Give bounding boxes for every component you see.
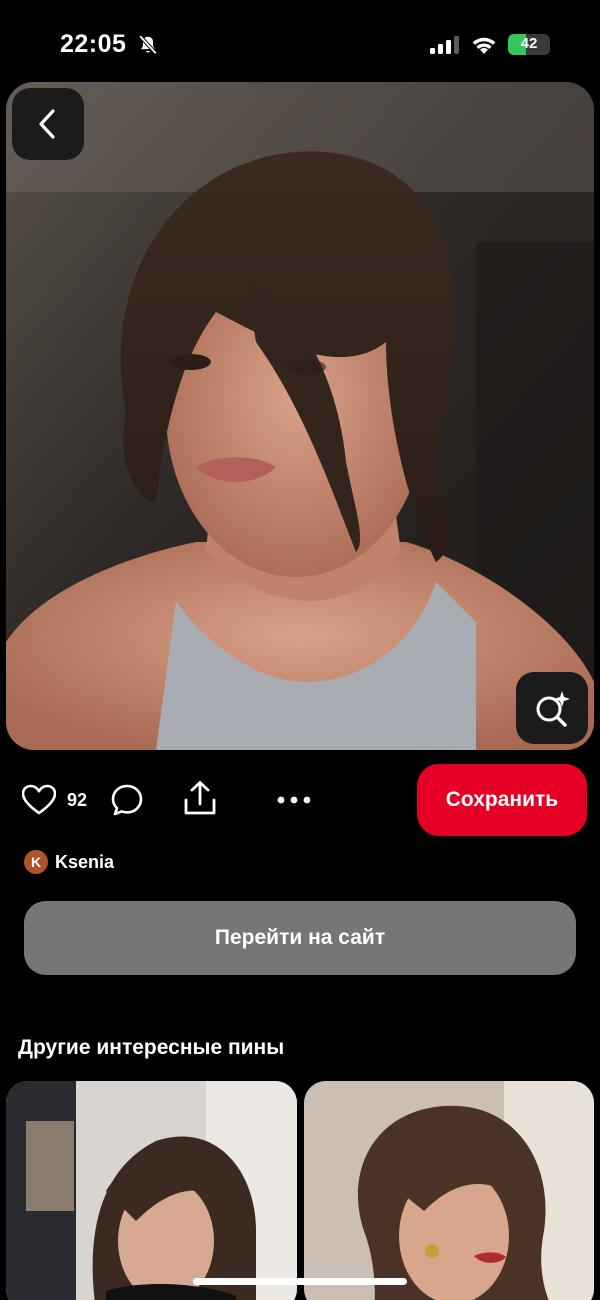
chevron-left-icon xyxy=(39,109,55,139)
status-bar: 22:05 42 xyxy=(0,0,600,84)
related-pin[interactable] xyxy=(6,1081,297,1300)
battery-charging-icon: 42 xyxy=(508,34,550,55)
related-pin-image xyxy=(6,1081,297,1300)
status-time: 22:05 xyxy=(60,30,127,58)
more-options-icon[interactable] xyxy=(276,788,312,812)
like-count: 92 xyxy=(67,790,88,810)
pin-image[interactable] xyxy=(6,82,594,750)
save-button[interactable]: Сохранить xyxy=(417,764,587,836)
pin-actions: 92 Сохранить xyxy=(0,762,600,836)
pin-author[interactable]: K Ksenia xyxy=(24,849,114,875)
home-indicator[interactable] xyxy=(193,1278,407,1285)
visit-site-button[interactable]: Перейти на сайт xyxy=(24,901,576,975)
visual-search-button[interactable] xyxy=(516,672,588,744)
battery-level: 42 xyxy=(520,35,538,52)
more-pins-title: Другие интересные пины xyxy=(18,1036,285,1059)
pin-photo xyxy=(6,82,594,750)
related-pin[interactable] xyxy=(304,1081,594,1300)
related-pin-image xyxy=(304,1081,594,1300)
visual-search-icon xyxy=(536,691,570,727)
comment-icon[interactable] xyxy=(110,783,144,817)
signal-icon xyxy=(430,36,459,54)
back-button[interactable] xyxy=(12,88,84,160)
bell-off-icon xyxy=(138,35,158,55)
author-name[interactable]: Ksenia xyxy=(55,852,114,873)
heart-icon[interactable] xyxy=(22,784,56,816)
wifi-icon xyxy=(472,37,496,54)
share-icon[interactable] xyxy=(183,780,217,816)
avatar[interactable]: K xyxy=(24,850,48,874)
